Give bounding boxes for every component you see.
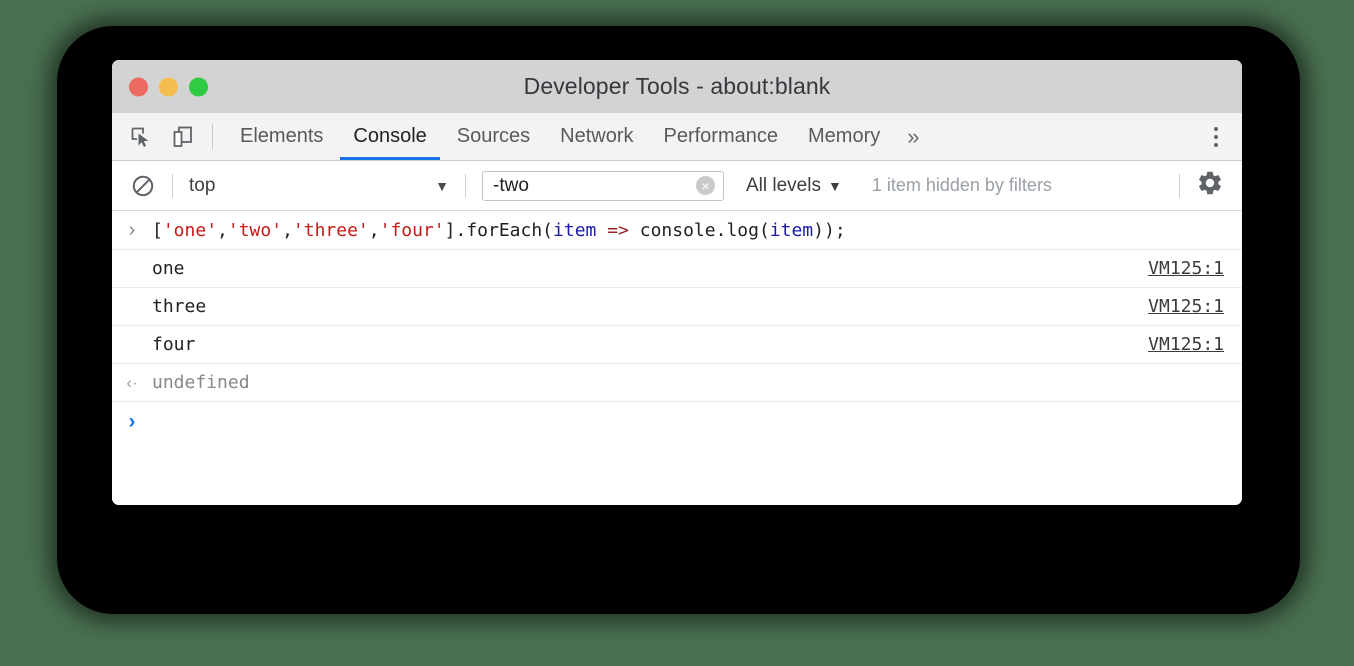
device-toolbar-icon[interactable] bbox=[170, 124, 196, 150]
toolbar-divider-3 bbox=[1179, 174, 1180, 198]
maximize-window-button[interactable] bbox=[189, 77, 208, 96]
close-icon[interactable]: × bbox=[696, 176, 715, 195]
clear-console-icon[interactable] bbox=[130, 173, 156, 199]
execution-context-value: top bbox=[189, 175, 215, 197]
title-bar: Developer Tools - about:blank bbox=[112, 60, 1242, 113]
minimize-window-button[interactable] bbox=[159, 77, 178, 96]
tab-sources[interactable]: Sources bbox=[442, 113, 545, 160]
console-log-row: one VM125:1 bbox=[112, 250, 1242, 288]
chevron-down-icon: ▼ bbox=[435, 178, 449, 194]
tab-network[interactable]: Network bbox=[545, 113, 648, 160]
tab-bar-right bbox=[1167, 113, 1242, 160]
console-log-text: four bbox=[152, 334, 195, 355]
tab-memory[interactable]: Memory bbox=[793, 113, 895, 160]
source-link[interactable]: VM125:1 bbox=[1148, 258, 1224, 279]
console-log-row: four VM125:1 bbox=[112, 326, 1242, 364]
console-log-text: one bbox=[152, 258, 185, 279]
toolbar-divider-2 bbox=[465, 174, 466, 198]
window-title: Developer Tools - about:blank bbox=[112, 73, 1242, 100]
tab-performance[interactable]: Performance bbox=[649, 113, 794, 160]
console-input-echo-row: › ['one','two','three','four'].forEach(i… bbox=[112, 211, 1242, 250]
console-log-text: three bbox=[152, 296, 206, 317]
more-tabs-icon[interactable]: » bbox=[895, 113, 931, 160]
console-toolbar: top ▼ × All levels ▼ 1 item hidden by fi… bbox=[112, 161, 1242, 211]
console-message-list: › ['one','two','three','four'].forEach(i… bbox=[112, 211, 1242, 505]
input-arrow-icon: › bbox=[112, 219, 152, 242]
source-link[interactable]: VM125:1 bbox=[1148, 334, 1224, 355]
toolbar-divider-1 bbox=[172, 174, 173, 198]
hidden-items-message: 1 item hidden by filters bbox=[872, 175, 1052, 196]
source-link[interactable]: VM125:1 bbox=[1148, 296, 1224, 317]
devtools-window: Developer Tools - about:blank Elements bbox=[112, 60, 1242, 505]
execution-context-selector[interactable]: top ▼ bbox=[189, 175, 449, 197]
chevron-down-icon-levels: ▼ bbox=[828, 178, 842, 194]
devtools-tab-bar: Elements Console Sources Network Perform… bbox=[112, 113, 1242, 161]
close-window-button[interactable] bbox=[129, 77, 148, 96]
traffic-light-controls bbox=[129, 77, 208, 96]
console-log-row: three VM125:1 bbox=[112, 288, 1242, 326]
gear-icon[interactable] bbox=[1196, 169, 1224, 202]
tab-list: Elements Console Sources Network Perform… bbox=[225, 113, 931, 160]
console-return-row: ‹· undefined bbox=[112, 364, 1242, 402]
log-levels-selector[interactable]: All levels ▼ bbox=[746, 175, 842, 197]
tab-console[interactable]: Console bbox=[338, 113, 441, 160]
search-input[interactable] bbox=[493, 175, 696, 197]
return-arrow-icon: ‹· bbox=[112, 373, 152, 393]
prompt-arrow-icon: › bbox=[112, 410, 152, 434]
tab-bar-tools bbox=[112, 113, 196, 160]
toolbar-settings-area bbox=[1163, 169, 1242, 202]
console-input-code: ['one','two','three','four'].forEach(ite… bbox=[152, 220, 846, 241]
tab-elements[interactable]: Elements bbox=[225, 113, 338, 160]
log-levels-label: All levels bbox=[746, 175, 821, 197]
tab-bar-divider bbox=[212, 124, 213, 149]
console-return-value: undefined bbox=[152, 372, 250, 393]
kebab-menu-icon[interactable] bbox=[1196, 127, 1236, 147]
console-prompt-row[interactable]: › bbox=[112, 402, 1242, 442]
console-filter-box[interactable]: × bbox=[482, 171, 724, 201]
inspect-element-icon[interactable] bbox=[128, 124, 154, 150]
